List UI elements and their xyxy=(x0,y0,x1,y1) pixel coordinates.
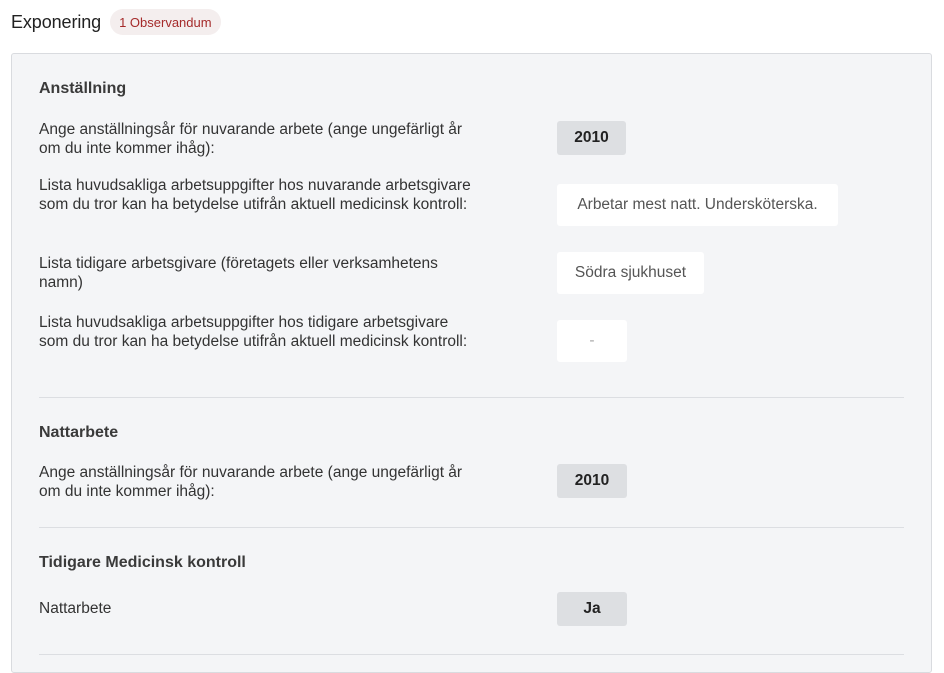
answer-employment-year: 2010 xyxy=(557,121,626,155)
answer-night-employment-year: 2010 xyxy=(557,464,627,498)
answer-previous-employers: Södra sjukhuset xyxy=(557,252,704,294)
exposure-panel: Anställning Ange anställningsår för nuva… xyxy=(11,53,932,673)
section-divider xyxy=(39,397,904,398)
section-title-anstallning: Anställning xyxy=(39,80,127,97)
question-previous-tasks: Lista huvudsakliga arbetsuppgifter hos t… xyxy=(39,314,468,350)
answer-current-tasks: Arbetar mest natt. Undersköterska. xyxy=(557,184,838,226)
answer-night-work: Ja xyxy=(557,592,627,626)
section-header: Exponering 1 Observandum xyxy=(11,9,221,35)
question-employment-year: Ange anställningsår för nuvarande arbete… xyxy=(39,121,463,157)
question-night-work: Nattarbete xyxy=(39,600,112,617)
page-title: Exponering xyxy=(11,11,102,32)
section-title-tidigare-medicinsk-kontroll: Tidigare Medicinsk kontroll xyxy=(39,554,246,571)
section-divider xyxy=(39,527,904,528)
section-divider xyxy=(39,654,904,655)
observandum-badge[interactable]: 1 Observandum xyxy=(110,9,221,35)
section-title-nattarbete: Nattarbete xyxy=(39,424,119,441)
question-night-employment-year: Ange anställningsår för nuvarande arbete… xyxy=(39,464,463,500)
question-current-tasks: Lista huvudsakliga arbetsuppgifter hos n… xyxy=(39,177,471,213)
question-previous-employers: Lista tidigare arbetsgivare (företagets … xyxy=(39,255,438,291)
answer-previous-tasks: - xyxy=(557,320,627,362)
